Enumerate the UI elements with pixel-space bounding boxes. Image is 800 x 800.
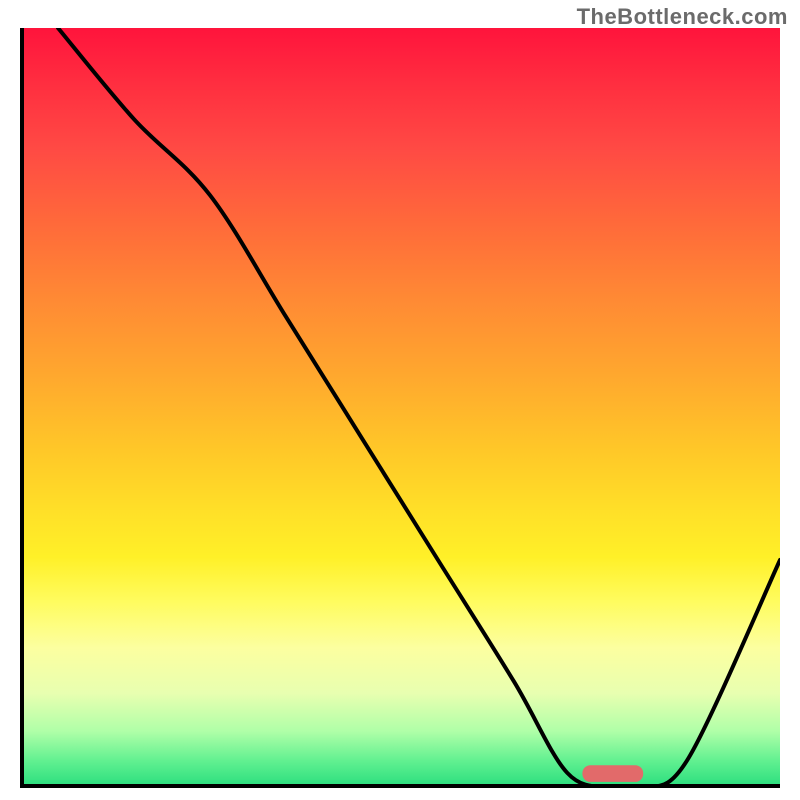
chart-overlay <box>20 28 780 788</box>
watermark-text: TheBottleneck.com <box>577 4 788 30</box>
optimal-marker <box>582 765 643 782</box>
bottleneck-curve <box>58 28 780 788</box>
chart-container: TheBottleneck.com <box>0 0 800 800</box>
